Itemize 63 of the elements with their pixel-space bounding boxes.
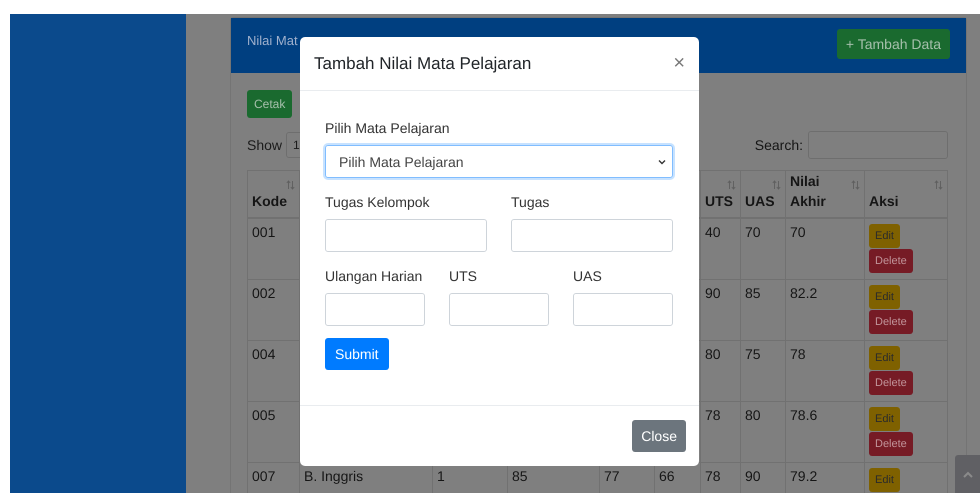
modal-title: Tambah Nilai Mata Pelajaran <box>314 54 532 74</box>
show-label: Show <box>247 137 282 153</box>
input-field[interactable] <box>573 293 673 326</box>
edit-button[interactable]: Edit <box>869 284 900 309</box>
add-data-button[interactable]: + Tambah Data <box>836 29 950 59</box>
delete-button[interactable]: Delete <box>869 248 913 273</box>
field-label: UAS <box>573 268 603 284</box>
input-field[interactable] <box>511 219 673 252</box>
table-cell: 1 <box>437 468 445 484</box>
scroll-top-button[interactable] <box>955 455 980 493</box>
sort-icon <box>934 180 943 190</box>
table-cell: 005 <box>252 406 276 423</box>
field-label: Tugas <box>511 194 550 210</box>
table-cell: 78 <box>705 406 721 423</box>
table-cell: 85 <box>745 284 761 301</box>
field-label: Tugas Kelompok <box>325 194 431 210</box>
field-label: UTS <box>449 268 478 284</box>
table-cell: 78 <box>790 346 806 362</box>
field-label: Pilih Mata Pelajaran <box>325 120 451 136</box>
chevron-down-icon <box>658 158 666 164</box>
chevron-up-icon <box>962 470 972 478</box>
table-cell: 85 <box>512 468 528 484</box>
table-cell: 78 <box>705 468 721 484</box>
submit-button[interactable]: Submit <box>325 338 389 370</box>
field-label: Ulangan Harian <box>325 268 424 284</box>
delete-button[interactable]: Delete <box>869 310 913 334</box>
table-cell: 79.2 <box>790 468 818 484</box>
delete-button[interactable]: Delete <box>869 432 913 456</box>
table-cell: 007 <box>252 468 276 484</box>
table-cell: B. Inggris <box>304 468 364 484</box>
table-cell: 78.6 <box>790 406 818 423</box>
print-button[interactable]: Cetak <box>247 90 292 118</box>
table-cell: 001 <box>252 224 276 240</box>
input-field[interactable] <box>325 293 425 326</box>
table-cell: 77 <box>604 468 620 484</box>
close-button[interactable]: Close <box>632 420 686 452</box>
delete-button[interactable]: Delete <box>869 370 913 395</box>
table-cell: 90 <box>745 468 761 484</box>
table-cell: 002 <box>252 284 276 301</box>
input-field[interactable] <box>449 293 549 326</box>
sort-icon <box>851 180 860 190</box>
edit-button[interactable]: Edit <box>869 346 900 370</box>
column-header[interactable]: Aksi <box>869 191 899 212</box>
table-cell: 90 <box>705 284 721 301</box>
sort-icon <box>286 180 295 190</box>
edit-button[interactable]: Edit <box>869 468 900 492</box>
subject-select[interactable]: Pilih Mata Pelajaran <box>325 145 673 178</box>
table-cell: 40 <box>705 224 721 240</box>
table-cell: 80 <box>705 346 721 362</box>
table-cell: 004 <box>252 346 276 362</box>
table-cell: 70 <box>745 224 761 240</box>
table-cell: 80 <box>745 406 761 423</box>
input-field[interactable] <box>325 219 487 252</box>
table-cell: 66 <box>659 468 675 484</box>
search-label: Search: <box>754 137 803 153</box>
card-title: Nilai Mat <box>247 33 298 48</box>
sort-icon <box>727 180 736 190</box>
sort-icon <box>772 180 781 190</box>
table-cell: 75 <box>745 346 761 362</box>
edit-button[interactable]: Edit <box>869 224 900 248</box>
table-cell: 82.2 <box>790 284 818 301</box>
table-cell: 70 <box>790 224 806 240</box>
edit-button[interactable]: Edit <box>869 406 900 431</box>
